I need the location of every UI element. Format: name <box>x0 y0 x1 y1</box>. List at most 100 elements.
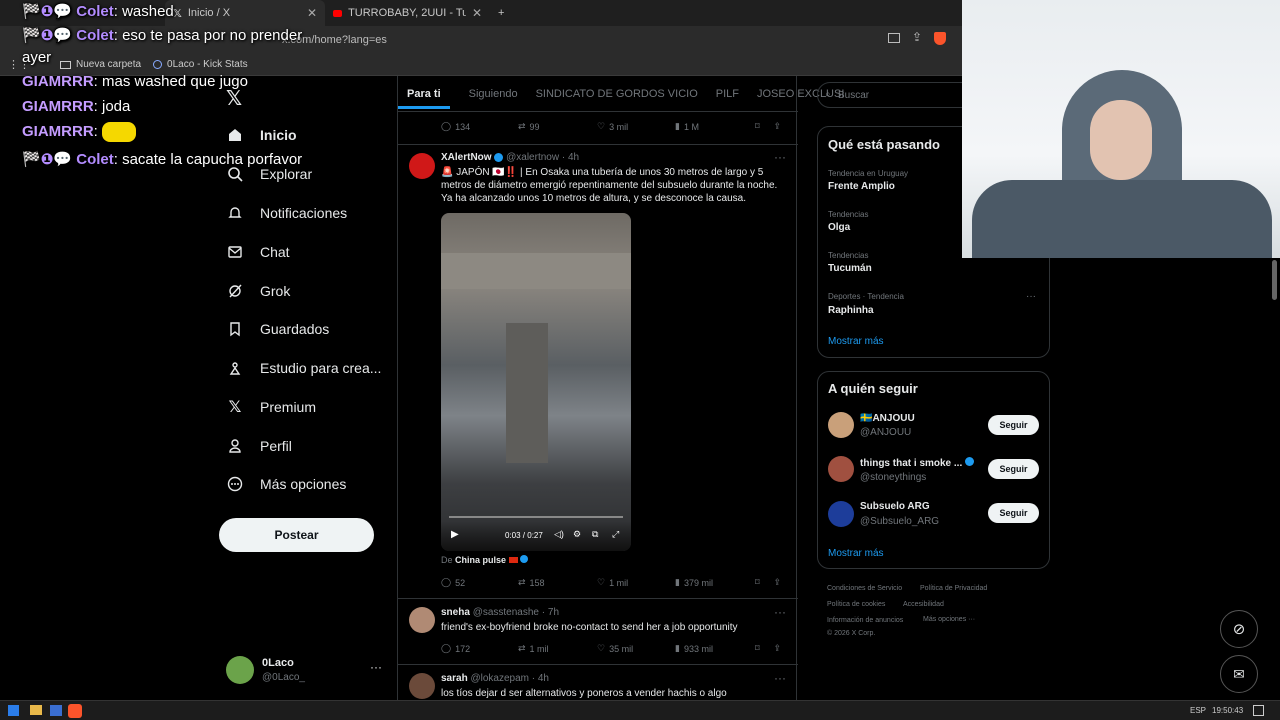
tab-pilf[interactable]: PILF <box>707 88 748 100</box>
footer-link[interactable]: Política de cookies <box>827 601 885 608</box>
nav-grok[interactable]: Grok <box>226 279 290 303</box>
trend-item[interactable]: Tucumán <box>828 263 872 274</box>
bookmark-button[interactable]: ⌑ <box>755 121 760 132</box>
footer-link[interactable]: Política de Privacidad <box>920 585 987 592</box>
share-icon[interactable]: ⇪ <box>912 30 922 44</box>
more-icon[interactable]: ··· <box>1026 291 1036 302</box>
bookmark-button[interactable]: ⌑ <box>755 643 760 654</box>
tab-para-ti[interactable]: Para ti <box>398 79 450 109</box>
avatar[interactable] <box>409 673 435 699</box>
like-button[interactable]: ♡ 35 mil <box>597 643 675 654</box>
views-button[interactable]: ▮ 379 mil <box>675 577 755 588</box>
url-field[interactable]: x.com/home?lang=es <box>258 30 858 50</box>
chat-message: 🏁❶💬 Colet: sacate la capucha porfavor <box>22 151 303 168</box>
follow-button[interactable]: Seguir <box>988 459 1039 479</box>
footer-link[interactable]: Accesibilidad <box>903 601 944 608</box>
trend-item[interactable]: Frente Amplio <box>828 181 895 192</box>
file-explorer-icon[interactable] <box>30 705 42 715</box>
search-input[interactable]: ⌕ Buscar <box>817 82 977 108</box>
tweet-video[interactable]: ▶ 0:03 / 0:27 ◁) ⚙ ⧉ ⤢ <box>441 213 631 551</box>
nav-mas-opciones[interactable]: Más opciones <box>226 472 346 496</box>
follow-button[interactable]: Seguir <box>988 415 1039 435</box>
kick-icon <box>153 60 163 69</box>
trend-item[interactable]: Olga <box>828 222 850 233</box>
settings-icon[interactable]: ⚙ <box>573 529 581 540</box>
nav-perfil[interactable]: Perfil <box>226 434 292 458</box>
footer-link[interactable]: Condiciones de Servicio <box>827 585 902 592</box>
nav-estudio[interactable]: Estudio para crea... <box>226 356 381 380</box>
heart-icon: ♡ <box>597 577 606 587</box>
footer-link[interactable]: Más opciones ··· <box>923 616 975 623</box>
fullscreen-icon[interactable]: ⤢ <box>612 529 619 540</box>
account-menu-icon[interactable]: ··· <box>370 660 382 674</box>
follow-name[interactable]: Subsuelo ARG <box>860 501 930 512</box>
chat-message: ayer <box>22 49 52 66</box>
repost-button[interactable]: ⇄ 158 <box>518 577 597 588</box>
notifications-icon[interactable] <box>1253 705 1264 716</box>
trend-item[interactable]: Raphinha <box>828 305 874 316</box>
more-icon[interactable]: ··· <box>774 671 786 685</box>
video-progress-track[interactable] <box>449 516 623 518</box>
follow-button[interactable]: Seguir <box>988 503 1039 523</box>
grok-icon: ⊘ <box>1232 621 1246 638</box>
avatar[interactable] <box>828 456 854 482</box>
share-button[interactable]: ⇪ <box>774 577 782 588</box>
avatar[interactable] <box>828 501 854 527</box>
close-tab-icon[interactable]: ✕ <box>307 6 317 20</box>
app-icon[interactable] <box>50 705 62 716</box>
nav-guardados[interactable]: Guardados <box>226 317 329 341</box>
tweet-text: los tíos dejar d ser alternativos y pone… <box>441 688 727 699</box>
nav-premium[interactable]: 𝕏 Premium <box>226 395 316 419</box>
clock[interactable]: 19:50:43 <box>1212 706 1243 715</box>
share-button[interactable]: ⇪ <box>774 121 782 132</box>
repost-button[interactable]: ⇄ 1 mil <box>518 643 597 654</box>
tab-inicio-x[interactable]: 𝕏 Inicio / X ✕ <box>165 0 325 26</box>
show-more-link[interactable]: Mostrar más <box>828 336 884 347</box>
bookmark-folder[interactable]: Nueva carpeta <box>60 59 141 70</box>
tweet-actions: ◯ 52 ⇄ 158 ♡ 1 mil ▮ 379 mil ⌑ ⇪ <box>441 577 786 588</box>
more-icon[interactable]: ··· <box>774 150 786 164</box>
tab-youtube[interactable]: TURROBABY, 2UUI - Turro (prod. Tul ✕ <box>325 0 490 26</box>
reply-button[interactable]: ◯ 172 <box>441 643 518 654</box>
reply-button[interactable]: ◯ 134 <box>441 121 518 132</box>
post-button[interactable]: Postear <box>219 518 374 552</box>
nav-inicio[interactable]: Inicio <box>226 123 297 147</box>
brave-icon[interactable] <box>68 704 82 718</box>
bookmark-button[interactable]: ⌑ <box>755 577 760 588</box>
show-more-link[interactable]: Mostrar más <box>828 548 884 559</box>
avatar[interactable] <box>409 153 435 179</box>
new-tab-button[interactable]: + <box>490 0 512 26</box>
tweet[interactable]: XAlertNow @xalertnow · 4h ··· 🚨 JAPÓN 🇯🇵… <box>398 144 798 597</box>
bookmark-kick-stats[interactable]: 0Laco - Kick Stats <box>153 59 248 70</box>
follow-name[interactable]: 🇸🇪ANJOUU <box>860 413 915 424</box>
avatar[interactable] <box>828 412 854 438</box>
views-button[interactable]: ▮ 933 mil <box>675 643 755 654</box>
volume-icon[interactable]: ◁) <box>554 529 564 540</box>
scrollbar-thumb[interactable] <box>1272 260 1277 300</box>
brave-shield-icon[interactable] <box>934 32 946 45</box>
views-button[interactable]: ▮ 1 M <box>675 121 755 132</box>
grok-float-button[interactable]: ⊘ <box>1220 610 1258 648</box>
messages-float-button[interactable]: ✉ <box>1220 655 1258 693</box>
follow-name[interactable]: things that i smoke ... <box>860 457 975 469</box>
tweet[interactable]: sneha @sasstenashe · 7h ··· friend's ex-… <box>398 598 798 664</box>
nav-notificaciones[interactable]: Notificaciones <box>226 201 347 225</box>
tab-sindicato[interactable]: SINDICATO DE GORDOS VICIO <box>527 88 707 100</box>
pip-icon[interactable]: ⧉ <box>592 529 598 540</box>
windows-start-icon[interactable] <box>8 705 19 716</box>
reply-button[interactable]: ◯ 52 <box>441 577 518 588</box>
footer-link[interactable]: Información de anuncios <box>827 617 903 624</box>
avatar[interactable] <box>226 656 254 684</box>
nav-chat[interactable]: Chat <box>226 240 290 264</box>
language-indicator[interactable]: ESP <box>1190 706 1206 715</box>
like-button[interactable]: ♡ 1 mil <box>597 577 675 588</box>
screen-icon[interactable] <box>888 33 900 43</box>
share-button[interactable]: ⇪ <box>774 643 782 654</box>
repost-button[interactable]: ⇄ 99 <box>518 121 597 132</box>
more-icon[interactable]: ··· <box>774 605 786 619</box>
like-button[interactable]: ♡ 3 mil <box>597 121 675 132</box>
avatar[interactable] <box>409 607 435 633</box>
close-tab-icon[interactable]: ✕ <box>472 6 482 20</box>
tab-siguiendo[interactable]: Siguiendo <box>460 88 527 100</box>
play-icon[interactable]: ▶ <box>451 529 459 540</box>
